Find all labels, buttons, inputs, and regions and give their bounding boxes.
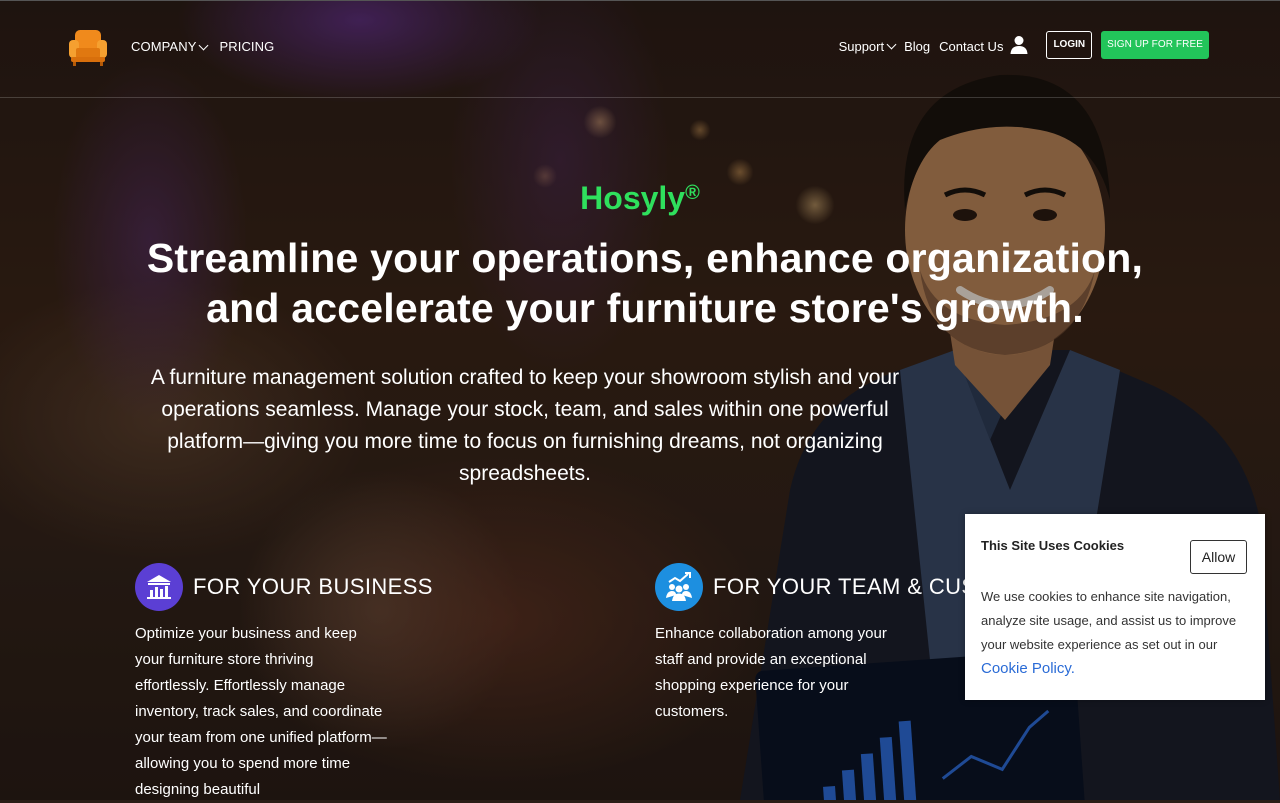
hero-headline: Streamline your operations, enhance orga… <box>0 233 1280 333</box>
nav-support[interactable]: Support <box>838 38 897 54</box>
team-growth-icon <box>655 563 703 611</box>
cookie-body-text: We use cookies to enhance site navigatio… <box>981 589 1237 652</box>
armchair-icon[interactable] <box>66 26 110 68</box>
feature-business-heading: FOR YOUR BUSINESS <box>135 563 433 611</box>
nav-contact-label: Contact Us <box>939 38 1004 54</box>
brand-name: Hosyly® <box>0 180 1280 217</box>
cookie-title: This Site Uses Cookies <box>981 538 1125 553</box>
headline-line-1: Streamline your operations, enhance orga… <box>146 235 1144 281</box>
secondary-nav: Support Blog Contact Us LOGIN SIGN UP FO… <box>839 31 1209 59</box>
nav-pricing-label: PRICING <box>219 39 275 54</box>
nav-company-label: COMPANY <box>131 39 197 54</box>
site-header: COMPANY PRICING Support Blog Contact Us … <box>0 0 1280 98</box>
feature-team-text: Enhance collaboration among your staff a… <box>655 625 887 720</box>
nav-contact-us[interactable]: Contact Us <box>939 39 1003 54</box>
user-icon[interactable] <box>1010 35 1028 55</box>
feature-business-text: Optimize your business and keep your fur… <box>135 625 387 798</box>
chevron-down-icon <box>199 40 209 50</box>
cookie-banner: This Site Uses Cookies Allow We use cook… <box>965 514 1265 700</box>
business-chart-icon <box>135 563 183 611</box>
cookie-allow-button[interactable]: Allow <box>1190 540 1247 574</box>
primary-nav: COMPANY PRICING <box>131 39 274 54</box>
feature-business-title: FOR YOUR BUSINESS <box>193 574 433 599</box>
signup-button[interactable]: SIGN UP FOR FREE <box>1101 31 1209 59</box>
brand-text: Hosyly <box>580 180 686 216</box>
cookie-body: We use cookies to enhance site navigatio… <box>981 585 1253 681</box>
cookie-policy-link[interactable]: Cookie Policy. <box>981 660 1075 677</box>
nav-blog-label: Blog <box>904 38 931 54</box>
headline-line-2: and accelerate your furniture store's gr… <box>206 285 1084 331</box>
hero-subheading: A furniture management solution crafted … <box>150 366 900 485</box>
nav-pricing[interactable]: PRICING <box>219 39 274 54</box>
nav-support-label: Support <box>838 38 885 54</box>
registered-mark: ® <box>685 182 700 204</box>
nav-company[interactable]: COMPANY <box>131 39 209 54</box>
chevron-down-icon <box>886 39 897 50</box>
login-button[interactable]: LOGIN <box>1046 31 1093 59</box>
nav-blog[interactable]: Blog <box>904 39 930 54</box>
